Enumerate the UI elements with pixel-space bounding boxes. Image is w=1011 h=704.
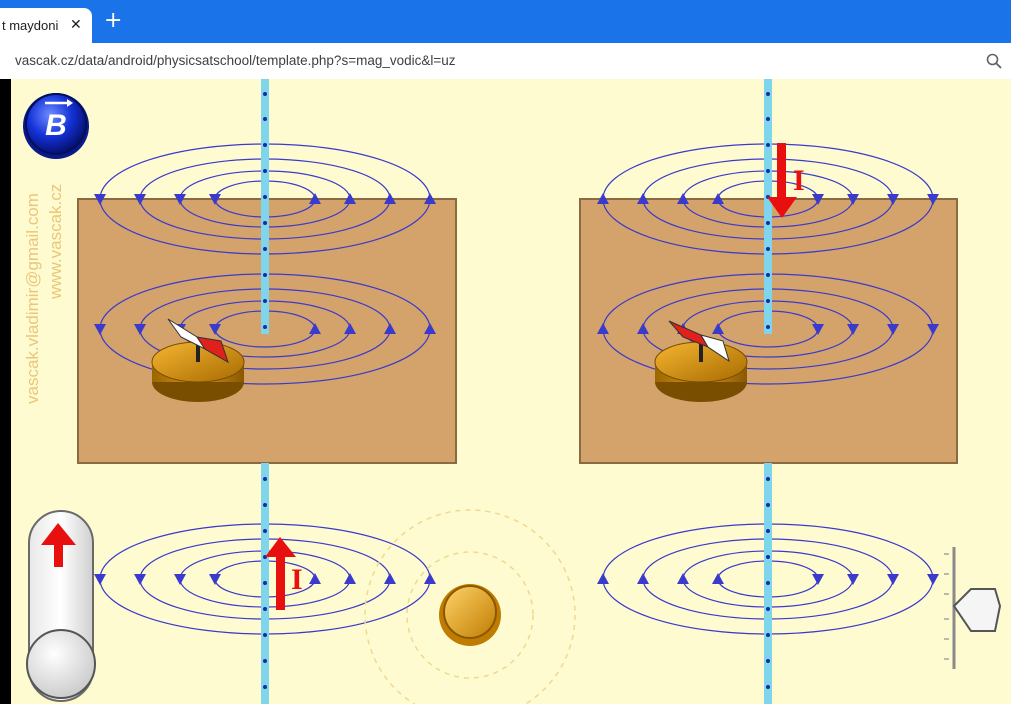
wire-charge-dot bbox=[263, 117, 267, 121]
b-button-label: B bbox=[45, 109, 67, 142]
slider-knob[interactable] bbox=[26, 629, 96, 699]
left-current-label: I bbox=[291, 563, 303, 596]
url-text[interactable]: vascak.cz/data/android/physicsatschool/t… bbox=[15, 53, 456, 68]
wire-charge-dot bbox=[766, 503, 770, 507]
wire-charge-dot bbox=[263, 659, 267, 663]
compass-drag-knob[interactable] bbox=[439, 584, 501, 646]
wire-charge-dot bbox=[766, 117, 770, 121]
wire-charge-dot bbox=[766, 685, 770, 689]
wire-charge-dot bbox=[263, 221, 267, 225]
simulation-canvas: I I B vascak.vladimir@gmail.com www.vasc… bbox=[11, 79, 1011, 704]
address-bar[interactable]: vascak.cz/data/android/physicsatschool/t… bbox=[0, 43, 1011, 79]
wire-charge-dot bbox=[263, 607, 267, 611]
watermark-email: vascak.vladimir@gmail.com bbox=[23, 193, 42, 404]
watermark-site: www.vascak.cz bbox=[46, 184, 65, 300]
magnetic-field-toggle-button[interactable]: B bbox=[23, 93, 89, 159]
wire-charge-dot bbox=[766, 247, 770, 251]
wire-charge-dot bbox=[766, 555, 770, 559]
wire-charge-dot bbox=[766, 273, 770, 277]
wire-charge-dot bbox=[263, 195, 267, 199]
wire-charge-dot bbox=[766, 143, 770, 147]
wire-charge-dot bbox=[766, 221, 770, 225]
wire-charge-dot bbox=[263, 143, 267, 147]
wire-charge-dot bbox=[766, 169, 770, 173]
wire-charge-dot bbox=[263, 581, 267, 585]
wire-charge-dot bbox=[766, 659, 770, 663]
wire-charge-dot bbox=[263, 477, 267, 481]
wire-charge-dot bbox=[766, 477, 770, 481]
tab-title: t maydoni bbox=[2, 18, 59, 33]
wire-charge-dot bbox=[263, 169, 267, 173]
magnifier-icon[interactable] bbox=[985, 52, 1003, 70]
wire-charge-dot bbox=[263, 529, 267, 533]
new-tab-button[interactable]: + bbox=[104, 8, 122, 33]
wire-charge-dot bbox=[263, 633, 267, 637]
wire-charge-dot bbox=[766, 92, 770, 96]
wire-charge-dot bbox=[766, 529, 770, 533]
wire-charge-dot bbox=[263, 92, 267, 96]
close-tab-icon[interactable]: ✕ bbox=[70, 16, 82, 33]
wire-charge-dot bbox=[263, 503, 267, 507]
wire-charge-dot bbox=[263, 685, 267, 689]
wire-charge-dot bbox=[263, 247, 267, 251]
wire-charge-dot bbox=[263, 273, 267, 277]
wire-charge-dot bbox=[263, 299, 267, 303]
wire-charge-dot bbox=[263, 325, 267, 329]
wire-charge-dot bbox=[766, 633, 770, 637]
wire-charge-dot bbox=[766, 607, 770, 611]
wire-charge-dot bbox=[766, 299, 770, 303]
right-current-label: I bbox=[793, 164, 805, 197]
browser-tab-strip: t maydoni ✕ + bbox=[0, 0, 1011, 43]
current-direction-slider[interactable] bbox=[26, 510, 96, 702]
wire-charge-dot bbox=[766, 581, 770, 585]
browser-tab[interactable]: t maydoni ✕ bbox=[0, 8, 92, 43]
wire-charge-dot bbox=[766, 325, 770, 329]
